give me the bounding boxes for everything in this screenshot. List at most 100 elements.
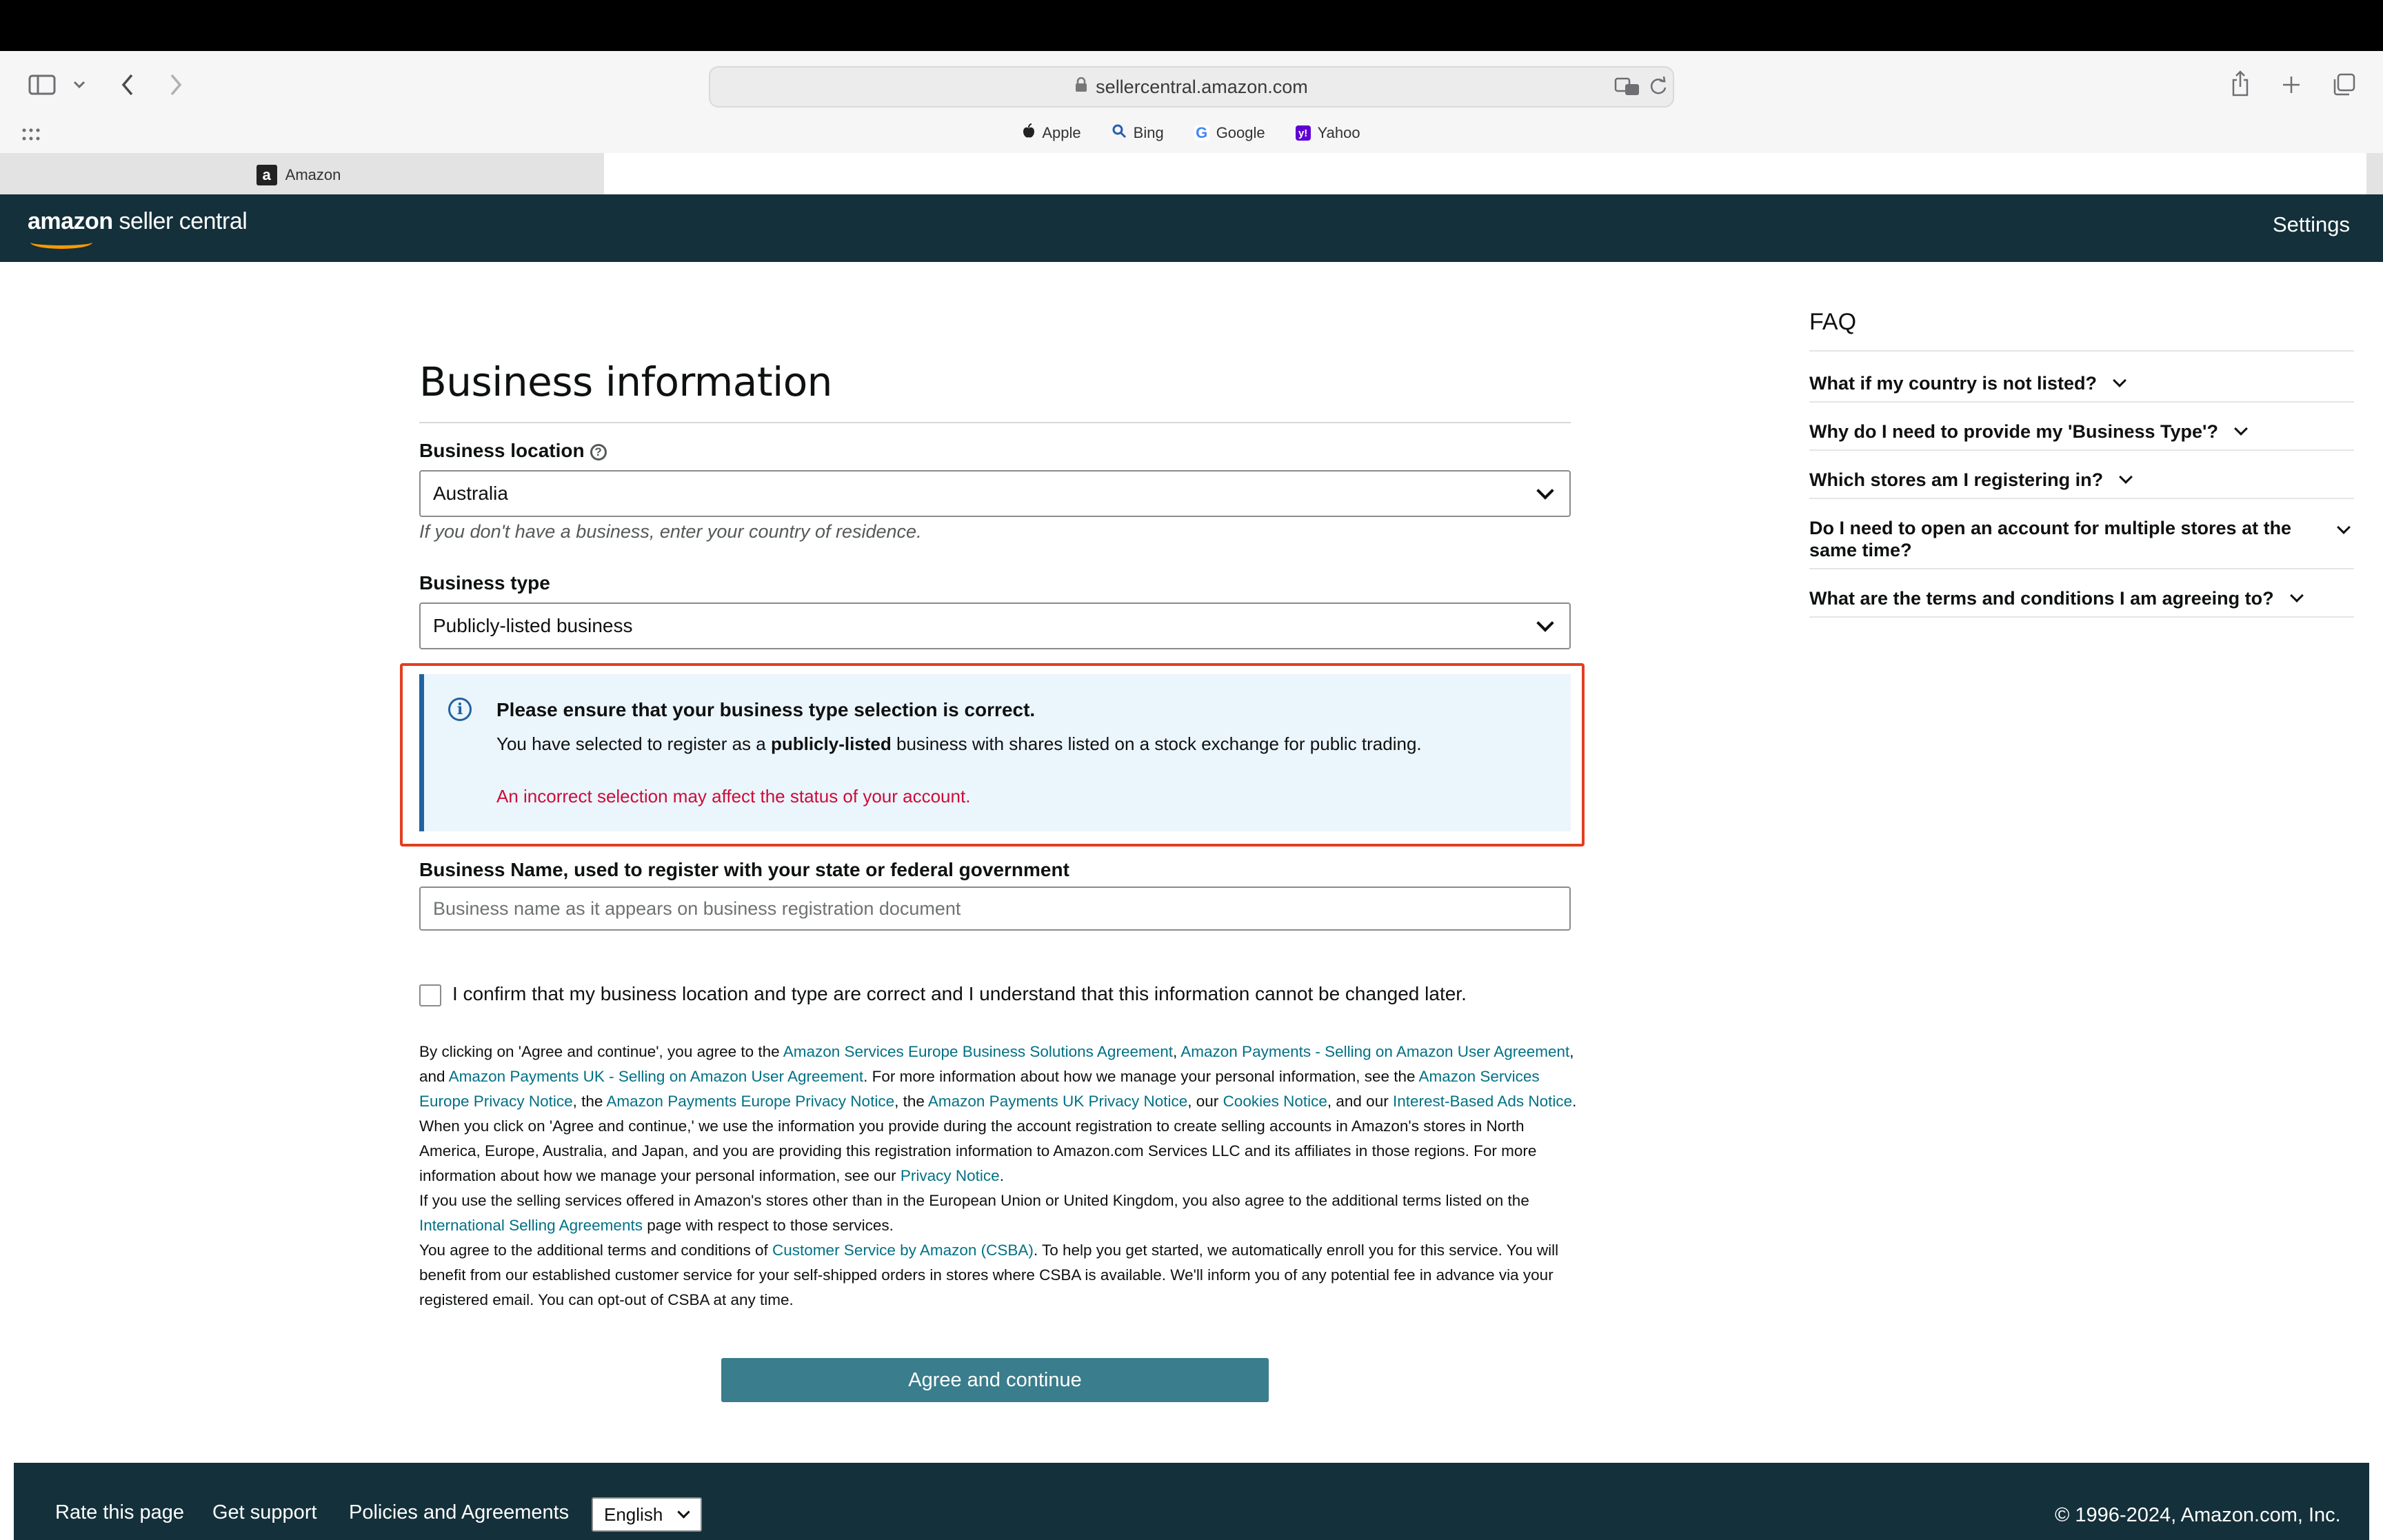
google-icon: G xyxy=(1194,124,1209,141)
seller-central-header xyxy=(0,194,2383,262)
legal-text-span: . xyxy=(999,1167,1004,1184)
chevron-down-icon xyxy=(2337,520,2351,534)
screen-top-bar xyxy=(0,0,2383,51)
alert-body-text: You have selected to register as a xyxy=(496,733,771,754)
legal-paragraph: You agree to the additional terms and co… xyxy=(419,1238,1578,1313)
amazon-favicon-icon: a xyxy=(256,165,277,185)
policies-link[interactable]: Policies and Agreements xyxy=(349,1501,569,1524)
tab-amazon[interactable]: a Amazon xyxy=(0,156,597,194)
translate-icon[interactable] xyxy=(1613,76,1641,98)
favorite-label: Bing xyxy=(1133,124,1164,141)
chevron-down-icon xyxy=(677,1505,690,1519)
link-iba[interactable]: Interest-Based Ads Notice xyxy=(1393,1093,1572,1110)
address-bar[interactable]: sellercentral.amazon.com xyxy=(709,66,1674,108)
business-type-value: Publicly-listed business xyxy=(433,615,633,636)
faq-question: What are the terms and conditions I am a… xyxy=(1809,588,2274,609)
favorite-label: Google xyxy=(1216,124,1265,141)
help-icon[interactable]: ? xyxy=(590,444,607,460)
copyright: © 1996-2024, Amazon.com, Inc. xyxy=(2055,1504,2341,1526)
faq-question: Why do I need to provide my 'Business Ty… xyxy=(1809,421,2218,442)
logo-seller-central: seller central xyxy=(112,208,248,234)
info-icon: i xyxy=(448,698,472,721)
share-icon[interactable] xyxy=(2229,69,2252,98)
link-privacy[interactable]: Privacy Notice xyxy=(901,1167,1000,1184)
legal-text: By clicking on 'Agree and continue', you… xyxy=(419,1040,1578,1313)
chevron-down-icon xyxy=(2289,589,2304,602)
faq-item[interactable]: What if my country is not listed? xyxy=(1809,372,2354,403)
language-value: English xyxy=(604,1503,663,1525)
url-text: sellercentral.amazon.com xyxy=(1096,76,1308,97)
sidebar-toggle-icon[interactable] xyxy=(28,73,57,97)
tab-active-blank[interactable] xyxy=(604,153,2366,194)
chevron-down-icon xyxy=(2119,470,2133,484)
link-apukpn[interactable]: Amazon Payments UK Privacy Notice xyxy=(928,1093,1187,1110)
faq-title: FAQ xyxy=(1809,309,1857,335)
business-location-label: Business location? xyxy=(419,440,607,462)
legal-text-span: You agree to the additional terms and co… xyxy=(419,1242,773,1259)
confirm-label: I confirm that my business location and … xyxy=(452,983,1467,1004)
forward-icon[interactable] xyxy=(165,72,186,98)
favorite-label: Yahoo xyxy=(1317,124,1360,141)
apple-icon xyxy=(1023,123,1035,143)
faq-divider xyxy=(1809,350,2354,352)
chevron-down-icon xyxy=(1536,614,1554,632)
business-type-select[interactable]: Publicly-listed business xyxy=(419,602,1571,649)
back-icon[interactable] xyxy=(117,72,138,98)
favorite-label: Apple xyxy=(1042,124,1081,141)
favorite-yahoo[interactable]: y! Yahoo xyxy=(1295,124,1360,142)
link-csba[interactable]: Customer Service by Amazon (CSBA) xyxy=(772,1242,1034,1259)
faq-question: Which stores am I registering in? xyxy=(1809,469,2104,490)
new-tab-icon[interactable] xyxy=(2280,73,2303,97)
confirm-checkbox[interactable] xyxy=(419,984,441,1006)
link-apepn[interactable]: Amazon Payments Europe Privacy Notice xyxy=(606,1093,894,1110)
chevron-down-icon[interactable] xyxy=(70,76,88,94)
search-icon xyxy=(1112,123,1127,143)
settings-link[interactable]: Settings xyxy=(2273,212,2350,237)
faq-item[interactable]: Why do I need to provide my 'Business Ty… xyxy=(1809,421,2354,451)
amazon-smile-icon xyxy=(30,236,92,249)
title-divider xyxy=(419,422,1571,423)
legal-paragraph: If you use the selling services offered … xyxy=(419,1188,1578,1238)
favorite-bing[interactable]: Bing xyxy=(1112,123,1164,143)
seller-central-logo[interactable]: amazon seller central xyxy=(28,208,248,249)
link-apuk[interactable]: Amazon Payments UK - Selling on Amazon U… xyxy=(449,1068,864,1085)
business-location-hint: If you don't have a business, enter your… xyxy=(419,521,922,542)
business-location-select[interactable]: Australia xyxy=(419,470,1571,517)
agree-and-continue-button[interactable]: Agree and continue xyxy=(721,1358,1269,1402)
legal-text-span: , the xyxy=(572,1093,607,1110)
legal-text-span: , the xyxy=(894,1093,928,1110)
business-name-input[interactable] xyxy=(419,886,1571,931)
faq-item[interactable]: What are the terms and conditions I am a… xyxy=(1809,587,2354,618)
legal-text-span: . For more information about how we mana… xyxy=(863,1068,1419,1085)
legal-text-span: . xyxy=(1572,1093,1577,1110)
business-type-label: Business type xyxy=(419,572,550,594)
faq-item[interactable]: Do I need to open an account for multipl… xyxy=(1809,517,2354,569)
rate-page-link[interactable]: Rate this page xyxy=(55,1501,184,1524)
link-isa[interactable]: International Selling Agreements xyxy=(419,1217,643,1234)
link-apsua[interactable]: Amazon Payments - Selling on Amazon User… xyxy=(1180,1043,1569,1060)
legal-text-span: By clicking on 'Agree and continue', you… xyxy=(419,1043,783,1060)
link-cookies[interactable]: Cookies Notice xyxy=(1223,1093,1327,1110)
favorite-google[interactable]: G Google xyxy=(1194,124,1265,142)
business-location-value: Australia xyxy=(433,483,508,504)
faq-question: What if my country is not listed? xyxy=(1809,373,2098,394)
favorite-apple[interactable]: Apple xyxy=(1023,123,1081,143)
alert-body: You have selected to register as a publi… xyxy=(496,733,1422,755)
page-title: Business information xyxy=(419,358,832,405)
link-esbsa[interactable]: Amazon Services Europe Business Solution… xyxy=(783,1043,1173,1060)
business-name-label: Business Name, used to register with you… xyxy=(419,859,1069,880)
language-select[interactable]: English xyxy=(592,1497,702,1532)
yahoo-icon: y! xyxy=(1295,125,1311,141)
tab-overview-icon[interactable] xyxy=(2331,72,2357,98)
chevron-down-icon xyxy=(2113,374,2126,387)
tab-title: Amazon xyxy=(285,166,341,183)
faq-question: Do I need to open an account for multipl… xyxy=(1809,518,2292,560)
reload-icon[interactable] xyxy=(1647,74,1670,98)
legal-text-span: , xyxy=(1173,1043,1181,1060)
business-location-label-text: Business location xyxy=(419,440,585,461)
lock-icon xyxy=(1075,77,1087,97)
alert-warning: An incorrect selection may affect the st… xyxy=(496,786,971,807)
faq-item[interactable]: Which stores am I registering in? xyxy=(1809,469,2354,499)
legal-text-span: , our xyxy=(1187,1093,1223,1110)
get-support-link[interactable]: Get support xyxy=(212,1501,317,1524)
